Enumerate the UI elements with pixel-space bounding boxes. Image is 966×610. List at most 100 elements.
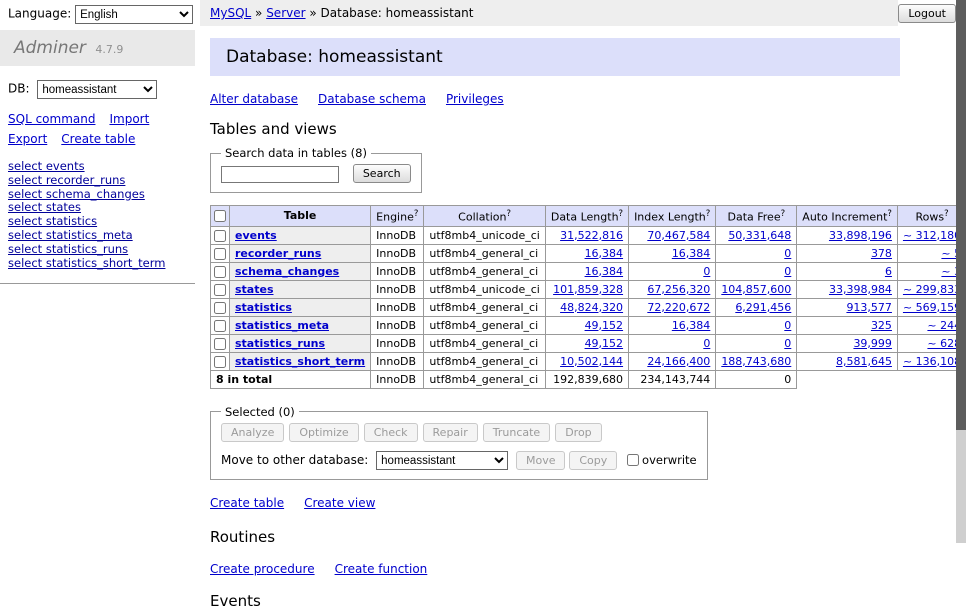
table-name-link-states[interactable]: states xyxy=(235,283,274,296)
sidebar-item-select-states[interactable]: select states xyxy=(0,201,195,215)
table-name-link-events[interactable]: events xyxy=(235,229,277,242)
sidebar-item-select-statistics-short-term[interactable]: select statistics_short_term xyxy=(0,257,195,271)
auto-increment-link[interactable]: 913,577 xyxy=(846,301,892,314)
sidebar-link-export[interactable]: Export xyxy=(8,132,47,146)
row-checkbox[interactable] xyxy=(214,266,226,278)
search-input[interactable] xyxy=(221,166,339,183)
table-name-link-schema-changes[interactable]: schema_changes xyxy=(235,265,339,278)
scrollbar-thumb[interactable] xyxy=(956,0,966,430)
column-help-link[interactable]: ? xyxy=(706,209,711,219)
sidebar-link-import[interactable]: Import xyxy=(109,112,149,126)
sidebar-link-create-table[interactable]: Create table xyxy=(61,132,135,146)
index-length-link[interactable]: 67,256,320 xyxy=(647,283,710,296)
select-all-checkbox[interactable] xyxy=(214,210,226,222)
sidebar-item-select-events[interactable]: select events xyxy=(0,160,195,174)
optimize-button[interactable]: Optimize xyxy=(289,423,358,442)
data-length-link[interactable]: 49,152 xyxy=(585,337,624,350)
create-link-create-view[interactable]: Create view xyxy=(304,496,375,510)
data-free-link[interactable]: 0 xyxy=(784,319,791,332)
column-help-link[interactable]: ? xyxy=(507,209,512,219)
overwrite-checkbox[interactable] xyxy=(627,454,639,466)
data-free-link[interactable]: 0 xyxy=(784,265,791,278)
sidebar-item-select-recorder-runs[interactable]: select recorder_runs xyxy=(0,174,195,188)
data-length-link[interactable]: 48,824,320 xyxy=(560,301,623,314)
language-select[interactable]: English xyxy=(75,5,193,24)
data-free-link[interactable]: 104,857,600 xyxy=(721,283,791,296)
index-length-link[interactable]: 70,467,584 xyxy=(647,229,710,242)
rows-link[interactable]: ~ 299,833 xyxy=(903,283,961,296)
data-free-link[interactable]: 0 xyxy=(784,247,791,260)
sidebar-item-select-schema-changes[interactable]: select schema_changes xyxy=(0,188,195,202)
column-help-link[interactable]: ? xyxy=(414,209,419,219)
data-free-link[interactable]: 0 xyxy=(784,337,791,350)
copy-button[interactable]: Copy xyxy=(569,451,617,470)
data-free-link[interactable]: 50,331,648 xyxy=(728,229,791,242)
row-checkbox[interactable] xyxy=(214,302,226,314)
index-length-link[interactable]: 24,166,400 xyxy=(647,355,710,368)
row-checkbox[interactable] xyxy=(214,320,226,332)
data-length-link[interactable]: 16,384 xyxy=(585,247,624,260)
db-link-alter-database[interactable]: Alter database xyxy=(210,92,298,106)
logout-button[interactable]: Logout xyxy=(898,4,956,23)
row-checkbox[interactable] xyxy=(214,284,226,296)
rows-link[interactable]: ~ 569,159 xyxy=(903,301,961,314)
scrollbar[interactable] xyxy=(956,0,966,543)
column-help-link[interactable]: ? xyxy=(887,209,892,219)
overwrite-option[interactable]: overwrite xyxy=(627,453,697,467)
routine-link-create-function[interactable]: Create function xyxy=(335,562,428,576)
repair-button[interactable]: Repair xyxy=(423,423,478,442)
row-checkbox[interactable] xyxy=(214,356,226,368)
table-name-link-recorder-runs[interactable]: recorder_runs xyxy=(235,247,321,260)
data-length-link[interactable]: 16,384 xyxy=(585,265,624,278)
index-length-link[interactable]: 0 xyxy=(703,337,710,350)
breadcrumb-link-mysql[interactable]: MySQL xyxy=(210,6,251,20)
db-link-database-schema[interactable]: Database schema xyxy=(318,92,426,106)
auto-increment-link[interactable]: 33,898,196 xyxy=(829,229,892,242)
sidebar-item-select-statistics[interactable]: select statistics xyxy=(0,215,195,229)
table-name-link-statistics-runs[interactable]: statistics_runs xyxy=(235,337,325,350)
auto-increment-link[interactable]: 325 xyxy=(871,319,892,332)
column-help-link[interactable]: ? xyxy=(781,209,786,219)
move-button[interactable]: Move xyxy=(516,451,566,470)
search-button[interactable]: Search xyxy=(353,164,411,183)
index-length-link[interactable]: 72,220,672 xyxy=(647,301,710,314)
data-length-link[interactable]: 10,502,144 xyxy=(560,355,623,368)
check-button[interactable]: Check xyxy=(364,423,418,442)
rows-link[interactable]: ~ 136,108 xyxy=(903,355,961,368)
move-db-select[interactable]: homeassistant xyxy=(376,451,508,470)
table-name-link-statistics-meta[interactable]: statistics_meta xyxy=(235,319,329,332)
sidebar-item-select-statistics-meta[interactable]: select statistics_meta xyxy=(0,229,195,243)
column-help-link[interactable]: ? xyxy=(944,209,949,219)
row-checkbox[interactable] xyxy=(214,230,226,242)
sidebar-item-select-statistics-runs[interactable]: select statistics_runs xyxy=(0,243,195,257)
breadcrumb-link-server[interactable]: Server xyxy=(266,6,305,20)
auto-increment-link[interactable]: 39,999 xyxy=(853,337,892,350)
index-length-link[interactable]: 16,384 xyxy=(672,319,711,332)
rows-link[interactable]: ~ 312,180 xyxy=(903,229,961,242)
auto-increment-link[interactable]: 378 xyxy=(871,247,892,260)
data-length-link[interactable]: 49,152 xyxy=(585,319,624,332)
data-free-link[interactable]: 6,291,456 xyxy=(735,301,791,314)
row-checkbox[interactable] xyxy=(214,248,226,260)
create-link-create-table[interactable]: Create table xyxy=(210,496,284,510)
sidebar-link-sql-command[interactable]: SQL command xyxy=(8,112,95,126)
app-name[interactable]: Adminer xyxy=(14,38,86,58)
db-link-privileges[interactable]: Privileges xyxy=(446,92,504,106)
index-length-link[interactable]: 16,384 xyxy=(672,247,711,260)
table-name-link-statistics-short-term[interactable]: statistics_short_term xyxy=(235,355,365,368)
analyze-button[interactable]: Analyze xyxy=(221,423,284,442)
column-help-link[interactable]: ? xyxy=(619,209,624,219)
data-length-link[interactable]: 31,522,816 xyxy=(560,229,623,242)
auto-increment-link[interactable]: 6 xyxy=(885,265,892,278)
row-checkbox[interactable] xyxy=(214,338,226,350)
truncate-button[interactable]: Truncate xyxy=(483,423,550,442)
table-name-link-statistics[interactable]: statistics xyxy=(235,301,292,314)
drop-button[interactable]: Drop xyxy=(555,423,601,442)
data-length-link[interactable]: 101,859,328 xyxy=(553,283,623,296)
auto-increment-link[interactable]: 8,581,645 xyxy=(836,355,892,368)
db-select[interactable]: homeassistant xyxy=(37,80,157,99)
index-length-link[interactable]: 0 xyxy=(703,265,710,278)
data-free-link[interactable]: 188,743,680 xyxy=(721,355,791,368)
routine-link-create-procedure[interactable]: Create procedure xyxy=(210,562,315,576)
auto-increment-link[interactable]: 33,398,984 xyxy=(829,283,892,296)
